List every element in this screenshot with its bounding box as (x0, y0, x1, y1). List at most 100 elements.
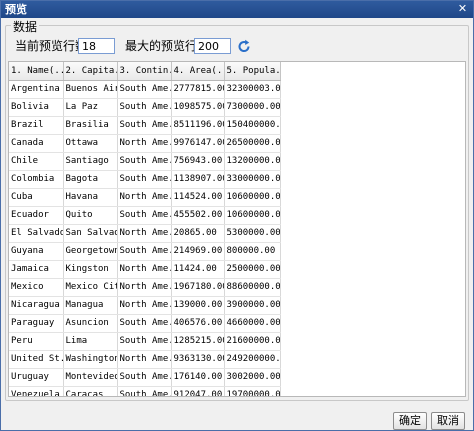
table-row[interactable]: VenezuelaCaracasSouth Ame...912047.00197… (9, 386, 281, 396)
table-cell: 19700000.00 (224, 386, 281, 396)
current-rows-input[interactable] (78, 38, 115, 54)
preview-table-container[interactable]: 1. Name(...2. Capita...3. Contin...4. Ar… (8, 61, 466, 397)
table-cell: Ecuador (9, 206, 64, 225)
table-cell: Cuba (9, 188, 64, 207)
table-cell: South Ame... (117, 116, 172, 135)
table-row[interactable]: ColombiaBagotaSouth Ame...1138907.003300… (9, 170, 281, 189)
column-header[interactable]: 3. Contin... (117, 62, 172, 81)
table-row[interactable]: United St...WashingtonNorth Ame...936313… (9, 350, 281, 369)
table-row[interactable]: ArgentinaBuenos AiresSouth Ame...2777815… (9, 80, 281, 99)
table-cell: La Paz (63, 98, 118, 117)
table-cell: Mexico City (63, 278, 118, 297)
table-cell: 5300000.00 (224, 224, 281, 243)
table-cell: 150400000.00 (224, 116, 281, 135)
table-cell: 912047.00 (171, 386, 225, 396)
table-cell: Managua (63, 296, 118, 315)
table-cell: 249200000.00 (224, 350, 281, 369)
table-row[interactable]: NicaraguaManaguaNorth Ame...139000.00390… (9, 296, 281, 315)
table-cell: Havana (63, 188, 118, 207)
table-row[interactable]: JamaicaKingstonNorth Ame...11424.0025000… (9, 260, 281, 279)
table-cell: South Ame... (117, 386, 172, 396)
table-row[interactable]: UruguayMontevideoSouth Ame...176140.0030… (9, 368, 281, 387)
table-row[interactable]: ChileSantiagoSouth Ame...756943.00132000… (9, 152, 281, 171)
table-cell: 1285215.00 (171, 332, 225, 351)
table-cell: 176140.00 (171, 368, 225, 387)
table-cell: 10600000.00 (224, 188, 281, 207)
table-cell: North Ame... (117, 278, 172, 297)
table-cell: 7300000.00 (224, 98, 281, 117)
table-cell: Chile (9, 152, 64, 171)
table-cell: Quito (63, 206, 118, 225)
table-cell: 33000000.00 (224, 170, 281, 189)
table-row[interactable]: MexicoMexico CityNorth Ame...1967180.008… (9, 278, 281, 297)
table-cell: Santiago (63, 152, 118, 171)
close-icon[interactable]: ✕ (456, 3, 469, 15)
table-cell: 214969.00 (171, 242, 225, 261)
table-cell: 139000.00 (171, 296, 225, 315)
table-cell: North Ame... (117, 260, 172, 279)
table-cell: 8511196.00 (171, 116, 225, 135)
table-cell: Asuncion (63, 314, 118, 333)
table-cell: North Ame... (117, 134, 172, 153)
table-cell: Argentina (9, 80, 64, 99)
table-cell: 2500000.00 (224, 260, 281, 279)
table-cell: 10600000.00 (224, 206, 281, 225)
table-cell: Lima (63, 332, 118, 351)
table-cell: North Ame... (117, 296, 172, 315)
table-cell: 20865.00 (171, 224, 225, 243)
table-row[interactable]: ParaguayAsuncionSouth Ame...406576.00466… (9, 314, 281, 333)
column-header[interactable]: 5. Popula... (224, 62, 281, 81)
table-cell: Caracas (63, 386, 118, 396)
table-cell: Venezuela (9, 386, 64, 396)
table-cell: 11424.00 (171, 260, 225, 279)
table-cell: Nicaragua (9, 296, 64, 315)
table-cell: 32300003.00 (224, 80, 281, 99)
table-cell: North Ame... (117, 350, 172, 369)
table-cell: San Salvador (63, 224, 118, 243)
table-row[interactable]: BoliviaLa PazSouth Ame...1098575.0073000… (9, 98, 281, 117)
table-cell: 1967180.00 (171, 278, 225, 297)
table-cell: South Ame... (117, 314, 172, 333)
table-cell: South Ame... (117, 242, 172, 261)
table-row[interactable]: PeruLimaSouth Ame...1285215.0021600000.0… (9, 332, 281, 351)
table-row[interactable]: EcuadorQuitoSouth Ame...455502.001060000… (9, 206, 281, 225)
table-cell: 3002000.00 (224, 368, 281, 387)
table-row[interactable]: BrazilBrasiliaSouth Ame...8511196.001504… (9, 116, 281, 135)
table-body: ArgentinaBuenos AiresSouth Ame...2777815… (9, 80, 281, 396)
table-cell: 1098575.00 (171, 98, 225, 117)
table-cell: 756943.00 (171, 152, 225, 171)
table-cell: Colombia (9, 170, 64, 189)
table-cell: Brasilia (63, 116, 118, 135)
table-cell: 3900000.00 (224, 296, 281, 315)
column-header[interactable]: 1. Name(... (9, 62, 64, 81)
table-row[interactable]: CanadaOttawaNorth Ame...9976147.00265000… (9, 134, 281, 153)
table-cell: 4660000.00 (224, 314, 281, 333)
table-cell: South Ame... (117, 80, 172, 99)
table-row[interactable]: GuyanaGeorgetownSouth Ame...214969.00800… (9, 242, 281, 261)
title-bar[interactable]: 预览 ✕ (1, 1, 473, 18)
table-cell: Guyana (9, 242, 64, 261)
table-row[interactable]: CubaHavanaNorth Ame...114524.0010600000.… (9, 188, 281, 207)
max-rows-input[interactable] (194, 38, 231, 54)
table-cell: 13200000.00 (224, 152, 281, 171)
preview-table: 1. Name(...2. Capita...3. Contin...4. Ar… (9, 62, 281, 396)
table-cell: Peru (9, 332, 64, 351)
table-cell: 21600000.00 (224, 332, 281, 351)
table-header-row: 1. Name(...2. Capita...3. Contin...4. Ar… (9, 62, 281, 81)
cancel-button[interactable]: 取消 (431, 412, 465, 430)
table-cell: Jamaica (9, 260, 64, 279)
table-cell: 406576.00 (171, 314, 225, 333)
refresh-icon[interactable] (237, 38, 251, 54)
table-cell: 88600000.00 (224, 278, 281, 297)
table-cell: South Ame... (117, 98, 172, 117)
table-cell: South Ame... (117, 152, 172, 171)
table-cell: United St... (9, 350, 64, 369)
table-row[interactable]: El SalvadorSan SalvadorNorth Ame...20865… (9, 224, 281, 243)
table-cell: Uruguay (9, 368, 64, 387)
table-cell: 800000.00 (224, 242, 281, 261)
table-cell: Bolivia (9, 98, 64, 117)
ok-button[interactable]: 确定 (393, 412, 427, 430)
preview-dialog: 预览 ✕ 数据 当前预览行数: 最大的预览行数: 1. Name(...2. C… (0, 0, 474, 431)
column-header[interactable]: 2. Capita... (63, 62, 118, 81)
column-header[interactable]: 4. Area(... (171, 62, 225, 81)
